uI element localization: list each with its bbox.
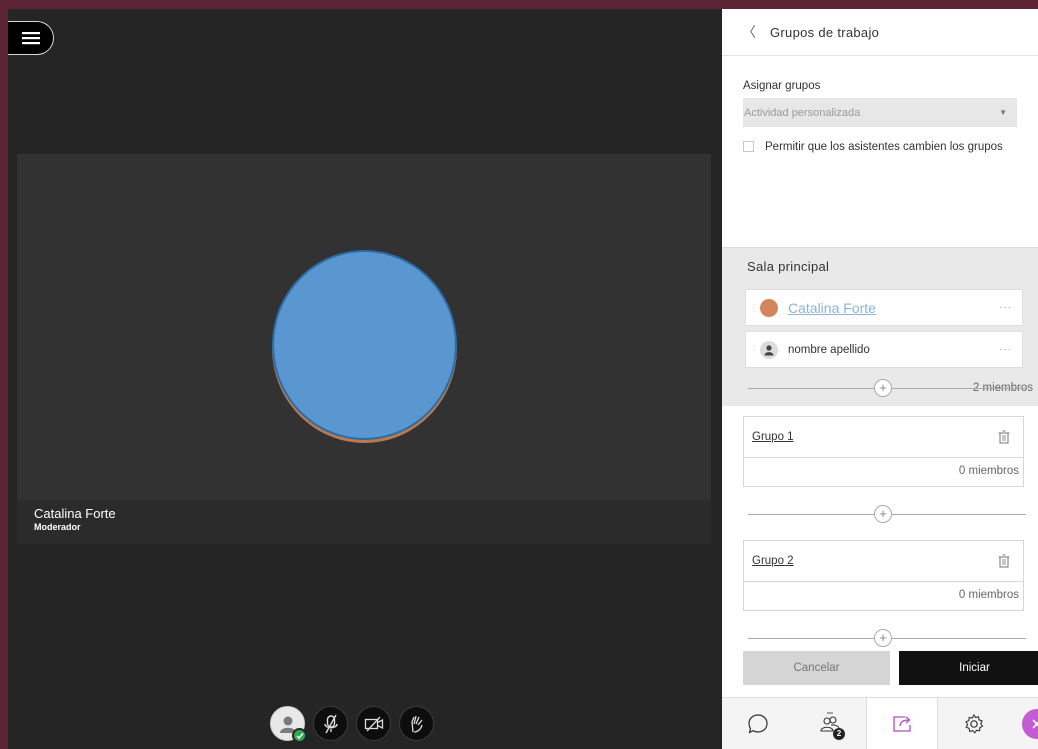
tab-attendees[interactable]: 2 [794,698,866,749]
collab-tab-bar: 2 [722,697,1038,749]
group-name[interactable]: Grupo 2 [752,555,794,567]
member-name: nombre apellido [788,343,870,356]
presenter-avatar [272,250,457,440]
presenter-video-tile: Catalina Forte Moderador [17,154,711,544]
attendees-count-badge: 2 [833,728,845,740]
close-panel-button[interactable] [1022,709,1038,739]
media-controls [270,706,434,743]
trash-icon[interactable] [997,554,1011,568]
microphone-button[interactable] [313,706,348,741]
assign-section: Asignar grupos Actividad personalizada ▼… [722,56,1038,247]
add-group-icon[interactable]: + [874,629,892,647]
group-card: Grupo 2 0 miembros [743,540,1024,611]
camera-off-icon [364,716,383,731]
tab-settings[interactable] [938,698,1010,749]
group-header: Grupo 2 [744,541,1023,582]
drag-handle-icon[interactable]: ⋮ [750,345,760,354]
group-member-count: 0 miembros [958,589,1019,601]
tab-share-content[interactable] [866,698,938,749]
action-buttons: Cancelar Iniciar [743,651,1038,685]
member-row[interactable]: ⋮ Catalina Forte ··· [745,289,1023,326]
add-group-icon[interactable]: + [874,505,892,523]
assign-groups-label: Asignar grupos [743,80,821,92]
raise-hand-icon [410,715,423,733]
member-name: Catalina Forte [788,299,876,316]
my-status-button[interactable] [270,706,307,743]
add-group-icon[interactable]: + [874,379,892,397]
member-row[interactable]: ⋮ nombre apellido ··· [745,331,1023,368]
close-icon [1032,719,1038,729]
presenter-role: Moderador [34,522,81,532]
permit-switch-label: Permitir que los asistentes cambien los … [765,141,1003,153]
permit-switch-option: Permitir que los asistentes cambien los … [743,138,1017,157]
permit-switch-checkbox[interactable] [743,141,754,152]
presenter-name-bar: Catalina Forte Moderador [17,500,711,544]
assign-groups-select[interactable]: Actividad personalizada ▼ [743,98,1017,127]
member-avatar [760,298,778,317]
chevron-left-icon[interactable]: 〈 [742,22,756,42]
group-name[interactable]: Grupo 1 [752,431,794,443]
tab-close-panel[interactable] [1010,698,1038,749]
start-button[interactable]: Iniciar [899,651,1038,685]
camera-button[interactable] [356,706,391,741]
presenter-name: Catalina Forte [34,506,116,521]
video-stage: Catalina Forte Moderador [8,9,722,749]
drag-handle-icon[interactable]: ⋮ [750,303,760,312]
status-available-icon [292,728,307,743]
user-icon [760,340,778,359]
panel-header: 〈 Grupos de trabajo [722,9,1038,56]
share-content-icon [893,716,911,732]
group-header: Grupo 1 [744,417,1023,458]
group-card: Grupo 1 0 miembros [743,416,1024,487]
assign-groups-value: Actividad personalizada [744,106,861,119]
caret-down-icon: ▼ [999,108,1007,117]
group-member-count: 0 miembros [958,465,1019,477]
chat-icon [748,714,768,734]
hamburger-icon [21,32,40,45]
panel-title: Grupos de trabajo [770,24,880,40]
session-menu-button[interactable] [8,21,54,55]
more-options-icon[interactable]: ··· [999,302,1012,313]
more-options-icon[interactable]: ··· [999,344,1012,355]
main-room-title: Sala principal [747,259,830,274]
microphone-muted-icon [323,714,338,733]
tab-chat[interactable] [722,698,794,749]
breakout-groups-panel: 〈 Grupos de trabajo Asignar grupos Activ… [722,9,1038,749]
settings-icon [965,713,984,734]
trash-icon[interactable] [997,430,1011,444]
raise-hand-button[interactable] [399,706,434,741]
cancel-button[interactable]: Cancelar [743,651,890,685]
